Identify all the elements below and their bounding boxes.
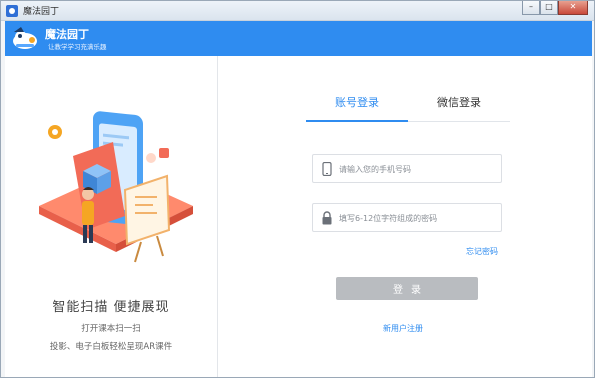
app-icon <box>6 5 18 17</box>
register-link: 新用户注册 <box>218 323 592 334</box>
lock-icon <box>322 211 332 225</box>
password-input[interactable] <box>339 209 497 227</box>
header-slogan: 让教学学习充满乐趣 <box>48 43 107 51</box>
app-window: 魔法园丁 – □ ✕ 魔法园丁 让教学学习充满乐趣 智能扫描 便捷展现 打开课本… <box>0 0 595 378</box>
login-tabs: 账号登录 微信登录 <box>306 92 510 122</box>
login-panel: 账号登录 微信登录 忘记密码 登录 新用户注册 <box>218 56 592 377</box>
promo-title: 智能扫描 便捷展现 <box>52 300 170 315</box>
promo-line-2: 投影、电子白板轻松呈现AR课件 <box>49 342 173 352</box>
login-button[interactable]: 登录 <box>336 277 478 300</box>
phone-field[interactable] <box>312 154 502 183</box>
mascot-logo-icon <box>13 27 37 49</box>
password-field[interactable] <box>312 203 502 232</box>
phone-icon <box>322 162 332 176</box>
window-controls: – □ ✕ <box>522 1 588 15</box>
phone-input[interactable] <box>339 160 497 178</box>
tab-account-login[interactable]: 账号登录 <box>306 92 408 122</box>
minimize-button[interactable]: – <box>522 1 540 15</box>
window-title: 魔法园丁 <box>23 7 60 17</box>
scan-illustration-icon <box>39 111 193 263</box>
maximize-button[interactable]: □ <box>540 1 558 15</box>
tab-wechat-login[interactable]: 微信登录 <box>408 92 510 122</box>
register-link-text[interactable]: 新用户注册 <box>383 323 423 334</box>
promo-panel: 智能扫描 便捷展现 打开课本扫一扫 投影、电子白板轻松呈现AR课件 <box>5 56 217 377</box>
promo-line-1: 打开课本扫一扫 <box>81 324 141 334</box>
main-body: 智能扫描 便捷展现 打开课本扫一扫 投影、电子白板轻松呈现AR课件 账号登录 微… <box>5 56 592 377</box>
title-bar[interactable]: 魔法园丁 – □ ✕ <box>1 1 594 21</box>
header-app-name: 魔法园丁 <box>45 28 89 41</box>
close-button[interactable]: ✕ <box>558 1 588 15</box>
app-header: 魔法园丁 让教学学习充满乐趣 <box>5 21 592 56</box>
forgot-password-link[interactable]: 忘记密码 <box>466 246 498 257</box>
